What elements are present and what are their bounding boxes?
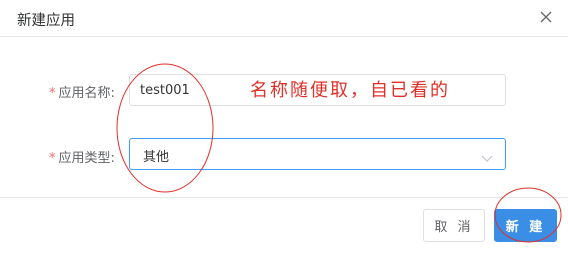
close-icon[interactable] xyxy=(539,10,553,24)
app-name-label-text: 应用名称: xyxy=(58,86,115,101)
app-name-label: * 应用名称: xyxy=(49,82,115,101)
create-button[interactable]: 新 建 xyxy=(494,209,557,242)
app-type-label-text: 应用类型: xyxy=(58,151,115,166)
app-type-value: 其他 xyxy=(143,150,170,165)
footer-divider xyxy=(0,197,568,198)
required-mark: * xyxy=(49,86,56,101)
required-mark: * xyxy=(49,151,56,166)
annotation-text: 名称随便取，自已看的 xyxy=(250,80,450,101)
chevron-down-icon xyxy=(481,149,493,162)
dialog-title: 新建应用 xyxy=(17,13,75,29)
cancel-button[interactable]: 取 消 xyxy=(423,209,485,242)
dialog-header: 新建应用 xyxy=(0,0,568,37)
app-type-label: * 应用类型: xyxy=(49,147,115,166)
app-type-select[interactable]: 其他 xyxy=(129,138,506,170)
